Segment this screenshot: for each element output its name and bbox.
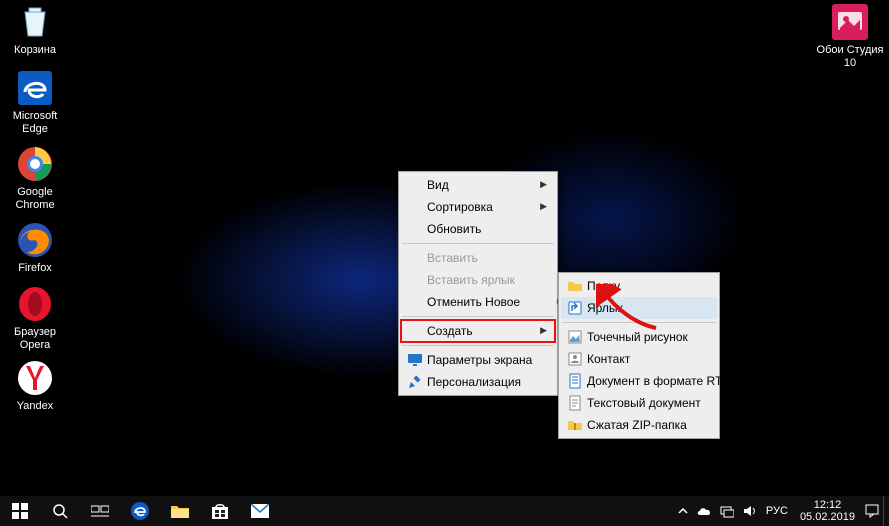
menu-item-sort[interactable]: Сортировка <box>401 196 555 218</box>
tray-onedrive-icon[interactable] <box>694 496 716 526</box>
desktop-context-menu: Вид Сортировка Обновить Вставить Вставит… <box>398 171 558 396</box>
menu-item-label: Ярлык <box>587 301 623 315</box>
desktop-icon-oboi-studio[interactable]: Обои Студия 10 <box>815 2 885 70</box>
tray-date: 05.02.2019 <box>800 511 855 523</box>
menu-item-paste-shortcut: Вставить ярлык <box>401 269 555 291</box>
menu-item-label: Параметры экрана <box>427 353 532 367</box>
menu-item-label: Вид <box>427 178 449 192</box>
tray-action-center-icon[interactable] <box>861 496 883 526</box>
yandex-icon <box>15 358 55 398</box>
edge-icon <box>15 68 55 108</box>
zip-icon <box>567 417 583 433</box>
desktop-icon-label: Корзина <box>0 44 70 57</box>
display-icon <box>407 352 423 368</box>
search-button[interactable] <box>40 496 80 526</box>
folder-icon <box>567 278 583 294</box>
menu-item-label: Обновить <box>427 222 481 236</box>
shortcut-icon <box>567 300 583 316</box>
opera-icon <box>15 284 55 324</box>
menu-separator <box>562 322 716 323</box>
menu-item-undo[interactable]: Отменить НовоеCTRL+Z <box>401 291 555 313</box>
tray-chevron-up-icon[interactable] <box>672 496 694 526</box>
tray-network-icon[interactable] <box>716 496 738 526</box>
menu-item-personalize[interactable]: Персонализация <box>401 371 555 393</box>
personalize-icon <box>407 374 423 390</box>
taskbar-app-explorer[interactable] <box>160 496 200 526</box>
menu-item-label: Текстовый документ <box>587 396 701 410</box>
menu-item-label: Вставить ярлык <box>427 273 515 287</box>
desktop-icon-yandex[interactable]: Yandex <box>0 358 70 413</box>
submenu-item-bitmap[interactable]: Точечный рисунок <box>561 326 717 348</box>
desktop-icon-label: Браузер Opera <box>0 326 70 352</box>
menu-item-display-settings[interactable]: Параметры экрана <box>401 349 555 371</box>
tray-volume-icon[interactable] <box>738 496 760 526</box>
submenu-item-text[interactable]: Текстовый документ <box>561 392 717 414</box>
tray-language[interactable]: РУС <box>760 505 794 517</box>
submenu-item-zip[interactable]: Сжатая ZIP-папка <box>561 414 717 436</box>
desktop-icon-label: Обои Студия 10 <box>815 44 885 70</box>
menu-item-label: Отменить Новое <box>427 295 520 309</box>
desktop-icon-recycle-bin[interactable]: Корзина <box>0 2 70 57</box>
contact-icon <box>567 351 583 367</box>
bitmap-icon <box>567 329 583 345</box>
system-tray: РУС 12:12 05.02.2019 <box>672 496 889 526</box>
desktop-icon-edge[interactable]: Microsoft Edge <box>0 68 70 136</box>
chrome-icon <box>15 144 55 184</box>
submenu-item-contact[interactable]: Контакт <box>561 348 717 370</box>
taskbar: РУС 12:12 05.02.2019 <box>0 496 889 526</box>
menu-separator <box>402 243 554 244</box>
menu-separator <box>402 316 554 317</box>
menu-item-label: Создать <box>427 324 473 338</box>
create-submenu: Папку Ярлык Точечный рисунок Контакт Док… <box>558 272 720 439</box>
tray-time: 12:12 <box>800 499 855 511</box>
oboi-studio-icon <box>830 2 870 42</box>
recycle-bin-icon <box>15 2 55 42</box>
rtf-icon <box>567 373 583 389</box>
menu-item-label: Вставить <box>427 251 478 265</box>
menu-item-paste: Вставить <box>401 247 555 269</box>
tray-clock[interactable]: 12:12 05.02.2019 <box>794 499 861 523</box>
submenu-item-folder[interactable]: Папку <box>561 275 717 297</box>
tray-language-label: РУС <box>766 505 788 517</box>
text-icon <box>567 395 583 411</box>
menu-separator <box>402 345 554 346</box>
desktop-icon-label: Google Chrome <box>0 186 70 212</box>
menu-item-label: Точечный рисунок <box>587 330 688 344</box>
submenu-item-shortcut[interactable]: Ярлык <box>561 297 717 319</box>
menu-item-refresh[interactable]: Обновить <box>401 218 555 240</box>
submenu-item-rtf[interactable]: Документ в формате RTF <box>561 370 717 392</box>
menu-item-label: Папку <box>587 279 620 293</box>
desktop-icon-chrome[interactable]: Google Chrome <box>0 144 70 212</box>
menu-item-label: Сжатая ZIP-папка <box>587 418 687 432</box>
menu-item-view[interactable]: Вид <box>401 174 555 196</box>
desktop-icon-label: Yandex <box>0 400 70 413</box>
menu-item-label: Документ в формате RTF <box>587 374 730 388</box>
show-desktop-button[interactable] <box>883 496 889 526</box>
taskbar-app-edge[interactable] <box>120 496 160 526</box>
desktop-icon-opera[interactable]: Браузер Opera <box>0 284 70 352</box>
taskbar-app-store[interactable] <box>200 496 240 526</box>
menu-item-label: Сортировка <box>427 200 493 214</box>
firefox-icon <box>15 220 55 260</box>
menu-item-label: Персонализация <box>427 375 521 389</box>
taskbar-app-mail[interactable] <box>240 496 280 526</box>
desktop-icon-label: Firefox <box>0 262 70 275</box>
task-view-button[interactable] <box>80 496 120 526</box>
start-button[interactable] <box>0 496 40 526</box>
desktop-icon-firefox[interactable]: Firefox <box>0 220 70 275</box>
desktop-icon-label: Microsoft Edge <box>0 110 70 136</box>
menu-item-label: Контакт <box>587 352 630 366</box>
menu-item-create[interactable]: Создать <box>401 320 555 342</box>
